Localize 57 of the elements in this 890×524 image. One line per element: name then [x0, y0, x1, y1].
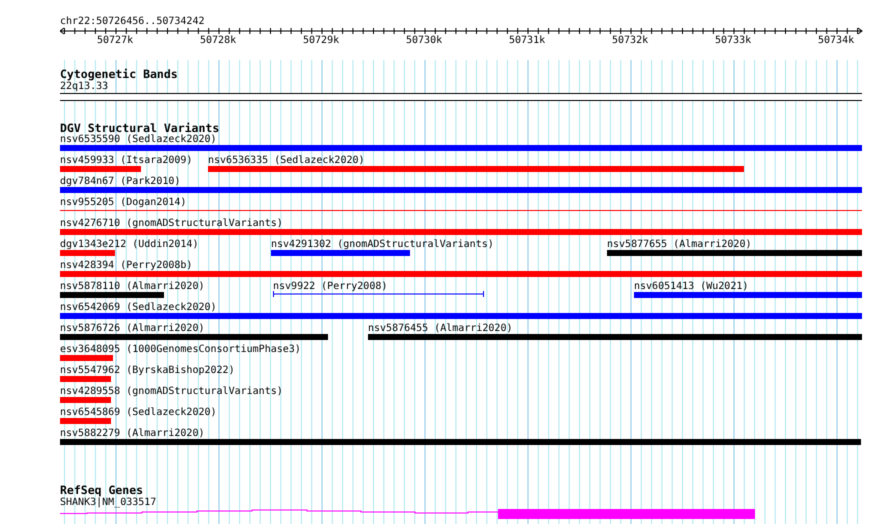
band-label: 22q13.33 — [60, 81, 108, 92]
feature-label: nsv5878110 (Almarri2020) — [60, 281, 204, 292]
feature-bar[interactable] — [607, 250, 862, 256]
feature-bar[interactable] — [60, 397, 111, 403]
feature-bar[interactable] — [60, 418, 111, 424]
ruler-tick-label: 50733k — [715, 35, 752, 46]
track-title: RefSeq Genes — [60, 484, 144, 496]
feature-bar[interactable] — [271, 250, 410, 256]
ruler-tick-label: 50729k — [303, 35, 340, 46]
ruler-tick-label: 50731k — [509, 35, 546, 46]
feature-line[interactable] — [60, 210, 862, 211]
feature-bar[interactable] — [60, 292, 164, 298]
feature-bar[interactable] — [368, 334, 862, 340]
feature-label: nsv5877655 (Almarri2020) — [607, 239, 752, 250]
feature-label: nsv428394 (Perry2008b) — [60, 260, 192, 271]
ruler-tick-label: 50727k — [97, 35, 134, 46]
feature-bar[interactable] — [60, 334, 328, 340]
feature-label: dgv784n67 (Park2010) — [60, 176, 180, 187]
feature-bar[interactable] — [634, 292, 862, 298]
feature-bar[interactable] — [60, 313, 862, 319]
locus-label: chr22:50726456..50734242 — [60, 16, 204, 27]
feature-label: nsv6536335 (Sedlazeck2020) — [208, 155, 365, 166]
ruler-tick-label: 50728k — [200, 35, 236, 46]
feature-bar[interactable] — [208, 166, 744, 172]
feature-label: nsv5547962 (ByrskaBishop2022) — [60, 365, 235, 376]
feature-bar[interactable] — [60, 187, 862, 193]
feature-label: nsv4276710 (gnomADStructuralVariants) — [60, 218, 283, 229]
feature-label: nsv6051413 (Wu2021) — [634, 281, 748, 292]
feature-bar[interactable] — [60, 229, 862, 235]
track-title: DGV Structural Variants — [60, 122, 220, 134]
feature-bar[interactable] — [60, 166, 141, 172]
feature-label: nsv6535590 (Sedlazeck2020) — [60, 134, 217, 145]
feature-label: nsv4291302 (gnomADStructuralVariants) — [271, 239, 494, 250]
gene-label: SHANK3|NM_033517 — [60, 497, 156, 508]
feature-label: nsv5876455 (Almarri2020) — [368, 323, 512, 334]
feature-label: nsv955205 (Dogan2014) — [60, 197, 186, 208]
gene-drawing[interactable] — [60, 508, 756, 519]
feature-bar[interactable] — [60, 145, 862, 151]
ruler-tick-label: 50732k — [612, 35, 648, 46]
feature-label: esv3648095 (1000GenomesConsortiumPhase3) — [60, 344, 301, 355]
feature-label: nsv5876726 (Almarri2020) — [60, 323, 204, 334]
feature-bar[interactable] — [60, 271, 862, 277]
feature-bar[interactable] — [60, 439, 861, 445]
feature-bar[interactable] — [60, 376, 111, 382]
feature-bar[interactable] — [60, 355, 113, 361]
feature-label: dgv1343e212 (Uddin2014) — [60, 239, 198, 250]
ruler-tick-label: 50730k — [406, 35, 442, 46]
feature-label: nsv6542069 (Sedlazeck2020) — [60, 302, 217, 313]
feature-interval[interactable] — [273, 291, 484, 297]
feature-label: nsv5882279 (Almarri2020) — [60, 428, 204, 439]
feature-label: nsv459933 (Itsara2009) — [60, 155, 192, 166]
feature-bar[interactable] — [60, 250, 115, 256]
feature-label: nsv6545869 (Sedlazeck2020) — [60, 407, 217, 418]
ruler-tick-label: 50734k — [818, 35, 854, 46]
track-title: Cytogenetic Bands — [60, 68, 178, 80]
feature-label: nsv9922 (Perry2008) — [273, 281, 388, 292]
feature-label: nsv4289558 (gnomADStructuralVariants) — [60, 386, 283, 397]
